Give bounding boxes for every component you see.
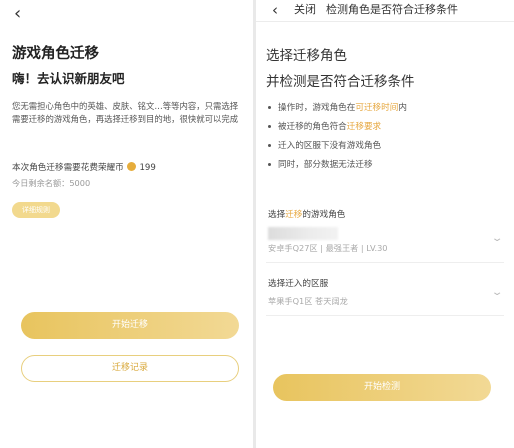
coin-icon (126, 162, 136, 171)
back-arrow-icon[interactable]: ‹ (14, 3, 21, 24)
start-migration-button[interactable]: 开始迁移 (21, 312, 239, 339)
select-role-label: 选择迁移的游戏角色 (268, 210, 346, 220)
chevron-down-icon[interactable]: ⌄ (491, 233, 504, 244)
page-title: 游戏角色迁移 (12, 46, 99, 62)
back-arrow-icon[interactable]: ‹ (272, 0, 278, 20)
description-text: 您无需担心角色中的英雄、皮肤、铭文…等等内容，只需选择需要迁移的游戏角色，再选择… (12, 101, 239, 124)
list-item: 迁入的区服下没有游戏角色 (268, 139, 508, 158)
rules-list: 操作时，游戏角色在可迁移时间内 被迁移的角色符合迁移要求 迁入的区服下没有游戏角… (268, 101, 508, 177)
migration-record-button[interactable]: 迁移记录 (21, 355, 239, 382)
cost-line: 本次角色迁移需要花费荣耀币 199 (12, 161, 156, 173)
top-bar: ‹ 关闭 检测角色是否符合迁移条件 (256, 0, 514, 22)
rule-link[interactable]: 迁移要求 (347, 122, 381, 132)
migration-intro-panel: ‹ 游戏角色迁移 嗨！去认识新朋友吧 您无需担心角色中的英雄、皮肤、铭文…等等内… (0, 0, 253, 448)
list-item: 同时，部分数据无法迁移 (268, 158, 508, 177)
detail-rules-button[interactable]: 详细规则 (12, 202, 60, 218)
remaining-quota: 今日剩余名额：5000 (12, 178, 91, 188)
cost-text: 本次角色迁移需要花费荣耀币 (12, 163, 124, 173)
start-check-button[interactable]: 开始检测 (273, 374, 491, 401)
heading-line-2: 并检测是否符合迁移条件 (266, 74, 415, 90)
page-subtitle: 嗨！去认识新朋友吧 (12, 71, 125, 86)
role-select-value[interactable]: 安卓手Q27区 | 最强王者 | LV.30 (268, 242, 388, 254)
rule-link[interactable]: 可迁移时间 (355, 103, 398, 113)
cost-value: 199 (139, 163, 156, 173)
chevron-down-icon[interactable]: ⌄ (491, 287, 504, 298)
divider (266, 315, 504, 316)
list-item: 被迁移的角色符合迁移要求 (268, 120, 508, 139)
heading-line-1: 选择迁移角色 (266, 48, 347, 64)
server-select-value[interactable]: 苹果手Q1区 苍天阔龙 (268, 295, 348, 307)
list-item: 操作时，游戏角色在可迁移时间内 (268, 101, 508, 120)
select-server-label: 选择迁入的区服 (268, 279, 329, 289)
divider (266, 262, 504, 263)
blurred-role-name (268, 227, 338, 240)
check-panel: ‹ 关闭 检测角色是否符合迁移条件 选择迁移角色 并检测是否符合迁移条件 操作时… (256, 0, 514, 448)
top-bar-title: 检测角色是否符合迁移条件 (326, 3, 458, 16)
close-link[interactable]: 关闭 (294, 0, 316, 20)
